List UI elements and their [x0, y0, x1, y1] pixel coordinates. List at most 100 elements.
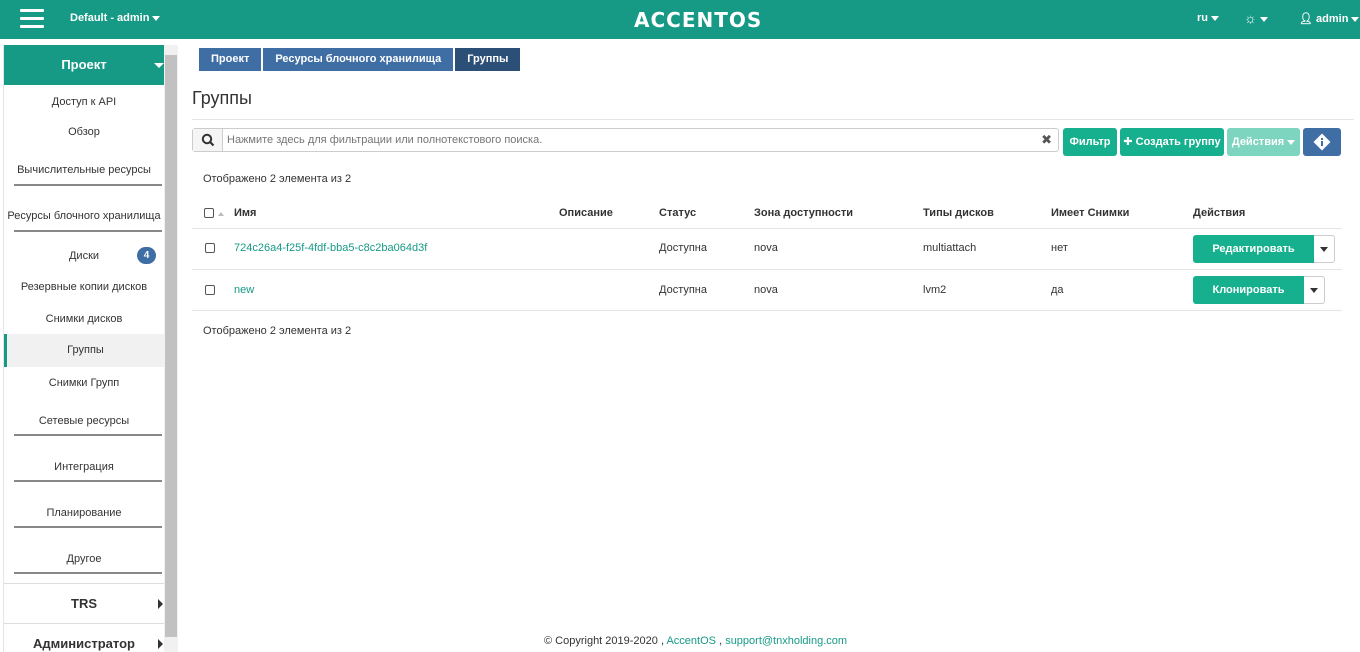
- sidebar-divider: [14, 526, 162, 528]
- row-actions-dropdown[interactable]: [1314, 235, 1335, 263]
- sidebar-scrollbar[interactable]: [164, 45, 178, 652]
- filter-search-box[interactable]: ✖: [192, 128, 1059, 152]
- sidebar-item-label: TRS: [71, 596, 97, 611]
- clear-icon[interactable]: ✖: [1041, 132, 1052, 148]
- footer-separator: ,: [719, 635, 723, 647]
- column-header-types: Типы дисков: [923, 207, 994, 219]
- group-has-snapshots: да: [1051, 284, 1064, 296]
- chevron-down-icon: [1320, 247, 1328, 252]
- sidebar-item-api-access[interactable]: Доступ к API: [4, 96, 164, 108]
- sidebar-divider: [14, 434, 162, 436]
- column-header-name[interactable]: Имя: [234, 207, 256, 219]
- title-divider: [192, 119, 1354, 120]
- user-menu[interactable]: 👤︎ admin: [1299, 12, 1360, 25]
- actions-dropdown-button[interactable]: Действия: [1227, 128, 1300, 156]
- create-group-label: Создать группу: [1135, 136, 1221, 148]
- chevron-down-icon: [152, 15, 161, 21]
- info-button[interactable]: [1303, 128, 1341, 156]
- gear-icon: ☼: [1244, 10, 1257, 26]
- footer-brand-link[interactable]: AccentOS: [666, 635, 716, 647]
- settings-menu[interactable]: ☼: [1244, 10, 1268, 26]
- group-zone: nova: [754, 284, 778, 296]
- sidebar-divider: [14, 572, 162, 574]
- search-icon-button[interactable]: [193, 129, 223, 151]
- sort-asc-icon[interactable]: [218, 212, 224, 216]
- footer-email-link[interactable]: support@tnxholding.com: [725, 635, 847, 647]
- chevron-down-icon: [1287, 139, 1296, 145]
- volumes-count-badge: 4: [137, 247, 156, 264]
- group-has-snapshots: нет: [1051, 242, 1068, 254]
- chevron-right-icon: [158, 639, 163, 649]
- items-count-top: Отображено 2 элемента из 2: [203, 173, 352, 185]
- sidebar-divider: [14, 230, 162, 232]
- select-all-checkbox[interactable]: [204, 208, 214, 218]
- filter-button[interactable]: Фильтр: [1063, 128, 1117, 156]
- clone-group-button[interactable]: Клонировать Группу: [1193, 276, 1304, 324]
- sidebar-item-trs[interactable]: TRS: [4, 583, 164, 623]
- group-types: multiattach: [923, 242, 977, 254]
- language-label: ru: [1197, 12, 1208, 24]
- group-status: Доступна: [659, 242, 708, 254]
- chevron-down-icon: [1211, 15, 1219, 21]
- chevron-right-icon: [158, 599, 163, 609]
- breadcrumb-block-storage[interactable]: Ресурсы блочного хранилища: [263, 48, 454, 71]
- sidebar-item-planning[interactable]: Планирование: [4, 507, 164, 519]
- footer-copyright: © Copyright 2019-2020 ,: [544, 635, 665, 647]
- sidebar-item-overview[interactable]: Обзор: [4, 126, 164, 138]
- sidebar-item-integration[interactable]: Интеграция: [4, 461, 164, 473]
- search-icon: [201, 133, 215, 147]
- sidebar-item-volume-snapshots[interactable]: Снимки дисков: [4, 313, 164, 325]
- logo: ACCENTOS: [634, 8, 763, 32]
- breadcrumb-project[interactable]: Проект: [199, 48, 262, 71]
- footer: © Copyright 2019-2020 , AccentOS , suppo…: [544, 635, 847, 647]
- sidebar-item-groups[interactable]: Группы: [4, 334, 164, 367]
- menu-toggle-icon[interactable]: [20, 9, 44, 29]
- row-divider: [192, 310, 1342, 311]
- chevron-down-icon: [1310, 288, 1318, 293]
- sidebar-item-admin[interactable]: Администратор: [4, 623, 164, 652]
- page-title: Группы: [192, 88, 252, 108]
- row-checkbox[interactable]: [205, 285, 215, 295]
- actions-label: Действия: [1231, 136, 1285, 148]
- language-switcher[interactable]: ru: [1197, 12, 1219, 24]
- sidebar-item-other[interactable]: Другое: [4, 553, 164, 565]
- edit-group-button[interactable]: Редактировать группу: [1193, 235, 1314, 283]
- sidebar-item-network[interactable]: Сетевые ресурсы: [4, 415, 164, 427]
- column-header-actions: Действия: [1193, 207, 1246, 219]
- row-divider: [192, 269, 1342, 270]
- breadcrumb-groups[interactable]: Группы: [455, 48, 521, 71]
- sidebar-project-header[interactable]: Проект: [4, 45, 164, 85]
- plus-icon: ✚: [1123, 136, 1133, 148]
- create-group-button[interactable]: ✚ Создать группу: [1120, 128, 1224, 156]
- search-input[interactable]: [227, 132, 1027, 148]
- group-types: lvm2: [923, 284, 947, 296]
- info-icon: [1313, 133, 1331, 151]
- sidebar-item-volume-backups[interactable]: Резервные копии дисков: [4, 281, 164, 293]
- column-header-zone: Зона доступности: [754, 207, 854, 219]
- group-zone: nova: [754, 242, 778, 254]
- row-actions-dropdown[interactable]: [1304, 276, 1325, 304]
- sidebar-item-volumes[interactable]: Диски 4: [4, 247, 164, 264]
- group-name-link[interactable]: new: [234, 284, 254, 296]
- column-header-status: Статус: [659, 207, 697, 219]
- group-name-link[interactable]: 724c26a4-f25f-4fdf-bba5-c8c2ba064d3f: [234, 242, 427, 254]
- sidebar-item-block-storage[interactable]: Ресурсы блочного хранилища: [4, 210, 164, 222]
- sidebar: Проект Доступ к API Обзор Вычислительные…: [3, 45, 164, 652]
- column-header-snapshots: Имеет Снимки: [1051, 207, 1130, 219]
- sidebar-divider: [14, 184, 162, 186]
- sidebar-project-label: Проект: [61, 57, 107, 72]
- row-divider: [192, 228, 1342, 229]
- row-checkbox[interactable]: [205, 243, 215, 253]
- top-navbar: Default - admin ACCENTOS ru ☼ 👤︎ admin: [0, 0, 1360, 39]
- user-name: admin: [1316, 13, 1349, 25]
- sidebar-item-label: Диски: [68, 250, 100, 262]
- sidebar-item-label: Администратор: [33, 636, 135, 651]
- project-switcher[interactable]: Default - admin: [70, 12, 161, 24]
- items-count-bottom: Отображено 2 элемента из 2: [203, 325, 352, 337]
- sidebar-item-group-snapshots[interactable]: Снимки Групп: [4, 377, 164, 389]
- sidebar-divider: [14, 480, 162, 482]
- scrollbar-thumb[interactable]: [165, 55, 177, 637]
- breadcrumb: Проект Ресурсы блочного хранилища Группы: [199, 48, 522, 71]
- sidebar-item-compute[interactable]: Вычислительные ресурсы: [4, 164, 164, 176]
- chevron-down-icon: [1259, 16, 1268, 22]
